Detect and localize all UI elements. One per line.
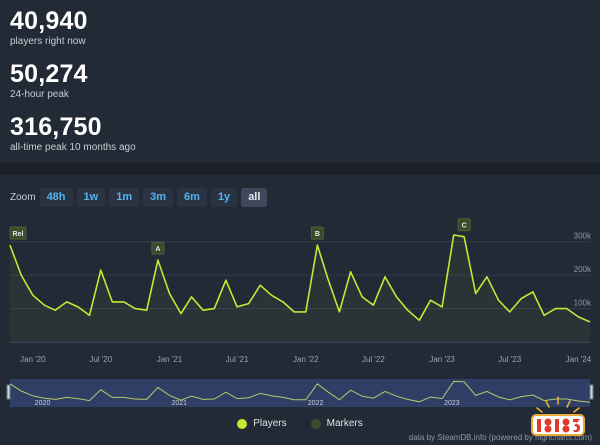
zoom-3m-button[interactable]: 3m <box>143 187 174 207</box>
player-chart[interactable]: 100k 200k 300k Jan '20 Jul '20 Jan '21 Jul '21… <box>0 175 600 445</box>
zoom-1w-button[interactable]: 1w <box>76 187 106 207</box>
players-dot-icon <box>237 418 248 429</box>
y-tick-label: 100k <box>574 299 592 308</box>
24h-peak-value: 50,274 <box>10 60 88 88</box>
chart-legend: Players Markers <box>0 418 600 429</box>
zoom-6m-button[interactable]: 6m <box>177 187 207 207</box>
markers-dot-icon <box>310 418 321 429</box>
24h-peak-label: 24-hour peak <box>10 89 69 100</box>
zoom-all-button[interactable]: all <box>241 187 268 207</box>
navigator-right-handle <box>589 384 594 400</box>
navigator-tick-label: 2023 <box>444 400 460 407</box>
navigator-tick-label: 2022 <box>308 400 324 407</box>
legend-item-players[interactable]: Players <box>237 418 287 429</box>
navigator-tick-label: 2021 <box>171 400 187 407</box>
chart-panel: 100k 200k 300k Jan '20 Jul '20 Jan '21 Jul '21… <box>0 175 600 445</box>
x-tick-label: Jan '21 <box>157 355 183 364</box>
legend-players-label: Players <box>253 418 287 429</box>
zoom-48h-button[interactable]: 48h <box>39 187 73 207</box>
all-time-peak-value: 316,750 <box>10 113 102 141</box>
y-tick-label: 200k <box>574 265 592 274</box>
zoom-1m-button[interactable]: 1m <box>109 187 140 207</box>
legend-markers-label: Markers <box>326 418 363 429</box>
zoom-1y-button[interactable]: 1y <box>210 187 238 207</box>
watermark-logo-icon <box>531 396 585 436</box>
x-tick-label: Jul '21 <box>226 355 249 364</box>
legend-item-markers[interactable]: Markers <box>310 418 363 429</box>
marker-label: B <box>315 231 320 238</box>
all-time-peak-stat: 316,750 all-time peak 10 months ago <box>10 113 136 154</box>
marker-label: Rel <box>13 231 24 238</box>
x-tick-label: Jan '23 <box>429 355 455 364</box>
zoom-label: Zoom <box>10 191 36 203</box>
zoom-controls: Zoom 48h 1w 1m 3m 6m 1y all <box>10 187 271 207</box>
x-tick-label: Jan '24 <box>566 355 592 364</box>
24h-peak-stat: 50,274 24-hour peak <box>10 60 88 101</box>
navigator-left-handle <box>6 384 11 400</box>
navigator-tick-label: 2020 <box>35 400 51 407</box>
current-players-label: players right now <box>10 36 86 47</box>
current-players-stat: 40,940 players right now <box>10 7 88 48</box>
x-tick-label: Jul '23 <box>498 355 521 364</box>
y-tick-label: 300k <box>574 232 592 241</box>
x-tick-label: Jul '20 <box>89 355 112 364</box>
stats-panel: 40,940 players right now 50,274 24-hour … <box>0 0 600 163</box>
x-tick-label: Jul '22 <box>362 355 385 364</box>
x-tick-label: Jan '22 <box>293 355 319 364</box>
x-tick-label: Jan '20 <box>20 355 46 364</box>
current-players-value: 40,940 <box>10 7 88 35</box>
all-time-peak-label: all-time peak 10 months ago <box>10 142 136 153</box>
marker-label: C <box>462 223 467 230</box>
marker-label: A <box>155 246 160 253</box>
